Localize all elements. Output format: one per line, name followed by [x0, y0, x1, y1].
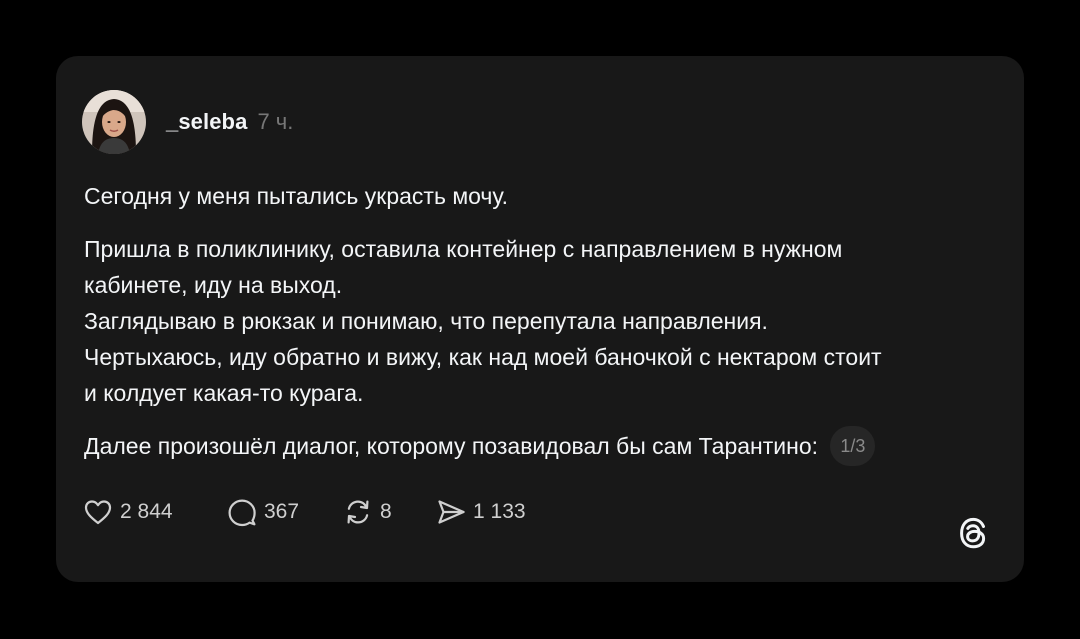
paragraph: Пришла в поликлинику, оставила контейнер… — [84, 231, 1004, 411]
text-line: и колдует какая-то курага. — [84, 380, 364, 406]
repost-count: 8 — [380, 500, 392, 523]
reply-button[interactable]: 367 — [226, 496, 342, 528]
share-count: 1 133 — [473, 500, 526, 523]
text-line: Сегодня у меня пытались украсть мочу. — [84, 183, 508, 209]
paragraph: Далее произошёл диалог, которому позавид… — [84, 426, 1004, 468]
threads-logo-icon[interactable] — [955, 514, 993, 552]
avatar-image — [82, 90, 146, 154]
threads-logo-svg — [960, 517, 986, 549]
text-line: Пришла в поликлинику, оставила контейнер… — [84, 236, 843, 262]
post-time[interactable]: 7 ч. — [257, 109, 293, 135]
speech-bubble-icon — [228, 499, 256, 527]
send-icon — [438, 500, 465, 524]
avatar[interactable] — [82, 90, 146, 154]
like-count: 2 844 — [120, 500, 173, 523]
post-text: Сегодня у меня пытались украсть мочу. Пр… — [84, 178, 1004, 468]
username[interactable]: _seleba — [166, 109, 247, 135]
like-button[interactable]: 2 844 — [82, 496, 226, 528]
heart-icon — [84, 500, 112, 525]
paragraph: Сегодня у меня пытались украсть мочу. — [84, 178, 1004, 214]
post-card: _seleba 7 ч. Сегодня у меня пытались укр… — [56, 56, 1024, 582]
post-header: _seleba 7 ч. — [82, 90, 293, 154]
text-line: кабинете, иду на выход. — [84, 272, 343, 298]
repost-button[interactable]: 8 — [342, 496, 435, 528]
action-bar: 2 844 367 8 1 133 — [82, 496, 526, 528]
page-counter-badge[interactable]: 1/3 — [830, 426, 876, 466]
share-button[interactable]: 1 133 — [435, 496, 526, 528]
reply-count: 367 — [264, 500, 300, 523]
text-line: Чертыхаюсь, иду обратно и вижу, как над … — [84, 344, 882, 370]
text-line: Заглядываю в рюкзак и понимаю, что переп… — [84, 308, 768, 334]
text-line: Далее произошёл диалог, которому позавид… — [84, 433, 819, 460]
repost-arrows-icon — [347, 500, 369, 524]
